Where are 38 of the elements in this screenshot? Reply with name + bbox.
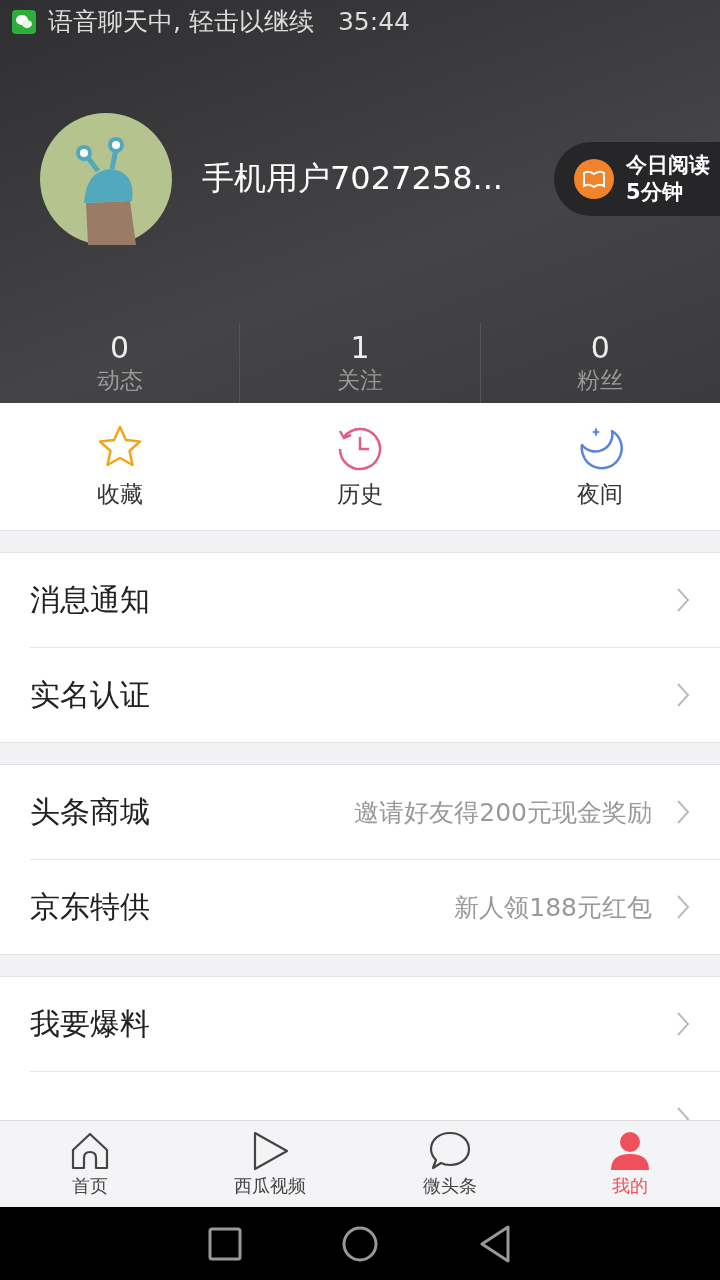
stat-count[interactable]: 0 bbox=[590, 330, 610, 365]
menu-label: 实名认证 bbox=[30, 675, 151, 714]
tab-button[interactable]: 微头条 bbox=[360, 1121, 540, 1207]
chat-app-icon bbox=[12, 9, 36, 34]
chevron-icon bbox=[676, 1011, 690, 1037]
status-time: 35:44 bbox=[337, 7, 410, 36]
chevron-icon bbox=[676, 682, 690, 708]
tab-button[interactable]: 西瓜视频 bbox=[180, 1121, 360, 1207]
menu-label: 头条商城 bbox=[30, 792, 151, 831]
stat-count[interactable]: 1 bbox=[350, 330, 370, 365]
recents-icon[interactable] bbox=[208, 1226, 242, 1261]
stat-label[interactable]: 关注 bbox=[337, 365, 383, 396]
badge-title: 今日阅读 bbox=[626, 152, 710, 179]
menu-row[interactable]: 消息通知 bbox=[30, 553, 720, 647]
menu-label: 我要爆料 bbox=[30, 1004, 151, 1043]
person-icon bbox=[609, 1130, 651, 1172]
home-circle-icon[interactable] bbox=[342, 1225, 378, 1262]
notification-text: 语音聊天中, 轻击以继续 bbox=[48, 6, 314, 38]
home-icon bbox=[69, 1130, 111, 1172]
avatar-drawing[interactable] bbox=[40, 113, 172, 245]
menu-hint: 邀请好友得200元现金奖励 bbox=[354, 796, 652, 829]
badge-duration: 5分钟 bbox=[626, 179, 684, 206]
tab-button[interactable]: 首页 bbox=[0, 1121, 180, 1207]
chevron-icon bbox=[676, 799, 690, 825]
menu-label: 京东特供 bbox=[30, 887, 151, 926]
user-name[interactable]: 手机用户7027258... bbox=[202, 157, 554, 201]
menu-row[interactable]: 京东特供 新人领188元红包 bbox=[30, 859, 720, 954]
menu-label: 消息通知 bbox=[30, 580, 151, 619]
chevron-icon bbox=[676, 894, 690, 920]
menu-row[interactable]: 头条商城 邀请好友得200元现金奖励 bbox=[30, 765, 720, 859]
stat-label[interactable]: 粉丝 bbox=[577, 365, 624, 396]
menu-hint: 新人领188元红包 bbox=[454, 891, 652, 924]
stat-count[interactable]: 0 bbox=[110, 330, 130, 365]
chevron-icon bbox=[676, 587, 690, 613]
speech-bubble-icon bbox=[429, 1130, 471, 1172]
back-icon[interactable] bbox=[478, 1224, 512, 1263]
reading-badge[interactable]: 今日阅读 5分钟 bbox=[554, 142, 720, 216]
menu-row[interactable]: 实名认证 bbox=[30, 647, 720, 742]
